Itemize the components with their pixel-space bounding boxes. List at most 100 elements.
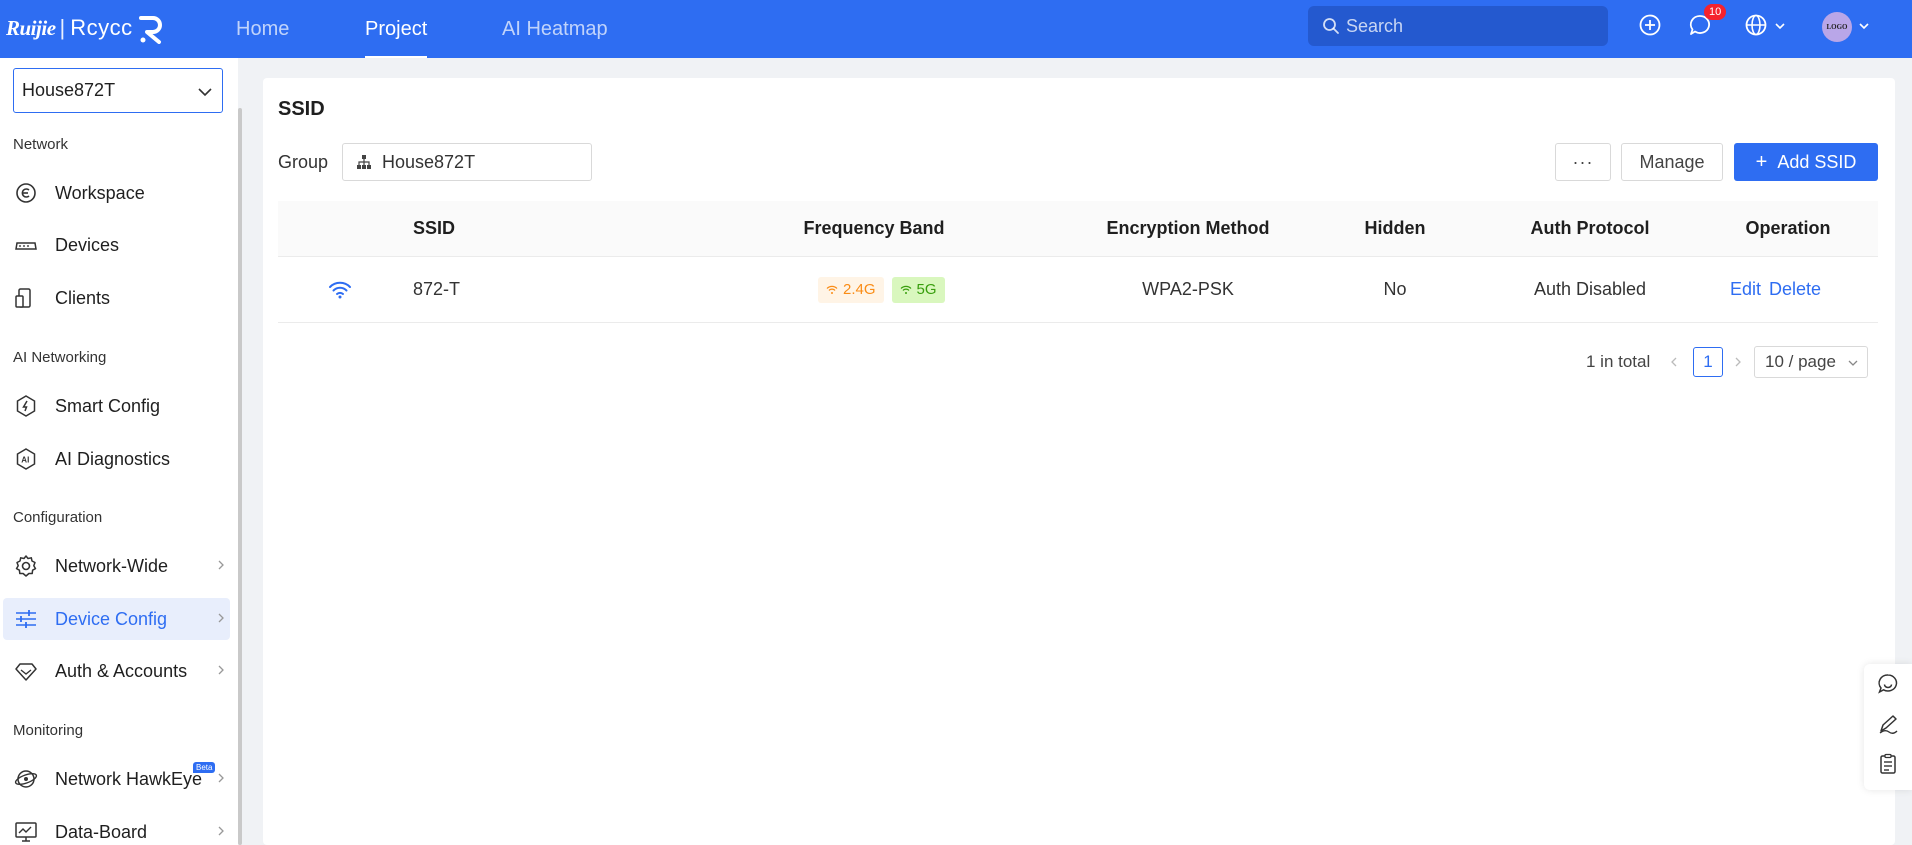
column-header-encryption-method: Encryption Method [1106, 218, 1270, 238]
sidebar-item-label: Network HawkEye [55, 768, 203, 789]
delete-link[interactable]: Delete [1769, 279, 1821, 300]
brand-mark-icon [138, 16, 162, 44]
nav-ai-heatmap-label: AI Heatmap [502, 17, 608, 40]
brand-secondary: Rcycc [70, 15, 133, 40]
sidebar-item-network-hawkeye[interactable]: Network HawkEye Beta [3, 758, 230, 800]
top-bar: Ruijie | Rcycc Home Project AI Heatmap S… [0, 0, 1912, 58]
dashboard-icon [13, 819, 39, 845]
add-circle-icon[interactable] [1637, 12, 1663, 38]
sidebar-item-label: Data-Board [55, 821, 148, 842]
sidebar-item-label: Clients [55, 287, 111, 308]
sidebar-item-label: Network-Wide [55, 555, 169, 576]
ai-diagnostics-icon: AI [13, 446, 39, 472]
chevron-right-icon [218, 773, 224, 783]
sidebar-item-label: Devices [55, 234, 120, 255]
sliders-icon [13, 606, 39, 632]
sidebar-item-device-config[interactable]: Device Config [3, 598, 230, 640]
next-page-icon[interactable] [1733, 356, 1743, 368]
nav-project[interactable]: Project [365, 0, 428, 58]
nav-home[interactable]: Home [236, 0, 289, 58]
chevron-down-icon [1848, 360, 1858, 366]
page-size-value: 10 / page [1765, 352, 1836, 371]
sidebar-section-monitoring: Monitoring [13, 722, 84, 739]
clients-icon [13, 285, 39, 311]
project-select-value: House872T [22, 80, 116, 100]
plus-icon: + [1755, 150, 1768, 173]
sidebar-item-label: Workspace [55, 182, 145, 203]
sidebar-item-auth-accounts[interactable]: Auth & Accounts [3, 650, 230, 692]
sidebar-section-ai-networking: AI Networking [13, 349, 107, 366]
hawkeye-icon [13, 766, 39, 792]
smart-config-icon [13, 393, 39, 419]
workspace-icon [13, 180, 39, 206]
hierarchy-icon [357, 155, 371, 169]
page-title: SSID [278, 98, 325, 120]
chevron-right-icon [218, 665, 224, 675]
devices-icon [13, 232, 39, 258]
brand-logo[interactable]: Ruijie | Rcycc [6, 10, 165, 46]
globe-icon[interactable] [1743, 12, 1769, 38]
wifi-small-icon [900, 285, 911, 294]
sidebar-item-devices[interactable]: Devices [3, 224, 230, 266]
manage-button[interactable]: Manage [1621, 143, 1723, 181]
search-placeholder: Search [1346, 15, 1404, 36]
feedback-pen-icon[interactable] [1876, 712, 1900, 736]
chevron-right-icon [218, 560, 224, 570]
page-size-select[interactable]: 10 / page [1754, 346, 1868, 378]
column-header-auth-protocol: Auth Protocol [1530, 218, 1650, 238]
search-icon [1323, 18, 1339, 34]
diamond-icon [13, 658, 39, 684]
sidebar: House872T Network Workspace Devices Clie… [0, 58, 238, 845]
band-tag-5g: 5G [891, 276, 945, 303]
clipboard-icon[interactable] [1876, 752, 1900, 776]
avatar[interactable]: LOGO [1822, 12, 1852, 42]
column-header-ssid: SSID [413, 218, 456, 238]
sidebar-scrollbar[interactable] [238, 108, 242, 845]
table-header: SSID Frequency Band Encryption Method Hi… [278, 201, 1878, 257]
project-select[interactable]: House872T [13, 68, 223, 113]
beta-badge: Beta [193, 762, 216, 773]
svg-text:AI: AI [21, 456, 29, 465]
page-size-wrapper: 10 / page [1754, 346, 1868, 378]
sidebar-item-workspace[interactable]: Workspace [3, 172, 230, 214]
pagination-pages: 1 [1693, 346, 1723, 378]
nav-home-label: Home [236, 17, 290, 40]
column-header-frequency-band: Frequency Band [803, 218, 945, 238]
column-header-hidden: Hidden [1364, 218, 1426, 238]
brand-primary: Ruijie [6, 15, 56, 40]
language-chevron-down-icon[interactable] [1774, 20, 1786, 32]
chat-support-icon[interactable] [1876, 672, 1900, 696]
sidebar-item-network-wide[interactable]: Network-Wide [3, 545, 230, 587]
page-number-current[interactable]: 1 [1693, 347, 1723, 377]
account-chevron-down-icon[interactable] [1858, 20, 1870, 32]
nav-ai-heatmap[interactable]: AI Heatmap [502, 0, 608, 58]
notification-badge: 10 [1704, 4, 1727, 20]
wifi-small-icon [826, 285, 838, 294]
brand-separator: | [59, 15, 66, 40]
auth-protocol: Auth Disabled [1533, 279, 1647, 299]
chevron-down-icon [198, 88, 212, 97]
chevron-right-icon [218, 826, 224, 836]
more-button[interactable]: ··· [1555, 143, 1611, 181]
ssid-name: 872-T [413, 279, 461, 299]
edit-link[interactable]: Edit [1730, 279, 1761, 300]
group-label: Group [278, 152, 329, 172]
sidebar-item-label: Smart Config [55, 395, 161, 416]
sidebar-section-network: Network [13, 136, 69, 153]
group-select[interactable]: House872T [342, 143, 592, 181]
sidebar-item-ai-diagnostics[interactable]: AI AI Diagnostics [3, 438, 230, 480]
sidebar-item-label: Auth & Accounts [55, 660, 188, 681]
sidebar-item-data-board[interactable]: Data-Board [3, 811, 230, 845]
encryption-method: WPA2-PSK [1142, 279, 1234, 299]
sidebar-item-smart-config[interactable]: Smart Config [3, 385, 230, 427]
sidebar-item-clients[interactable]: Clients [3, 277, 230, 319]
ssid-table: SSID Frequency Band Encryption Method Hi… [278, 201, 1878, 323]
sidebar-item-label: AI Diagnostics [55, 448, 171, 469]
add-ssid-button[interactable]: + Add SSID [1734, 143, 1878, 181]
search-input[interactable]: Search [1308, 6, 1608, 46]
sidebar-section-configuration: Configuration [13, 509, 103, 526]
band-5g-label: 5G [916, 281, 937, 298]
column-header-operation: Operation [1745, 218, 1831, 238]
prev-page-icon[interactable] [1669, 356, 1679, 368]
group-select-value: House872T [382, 151, 476, 172]
